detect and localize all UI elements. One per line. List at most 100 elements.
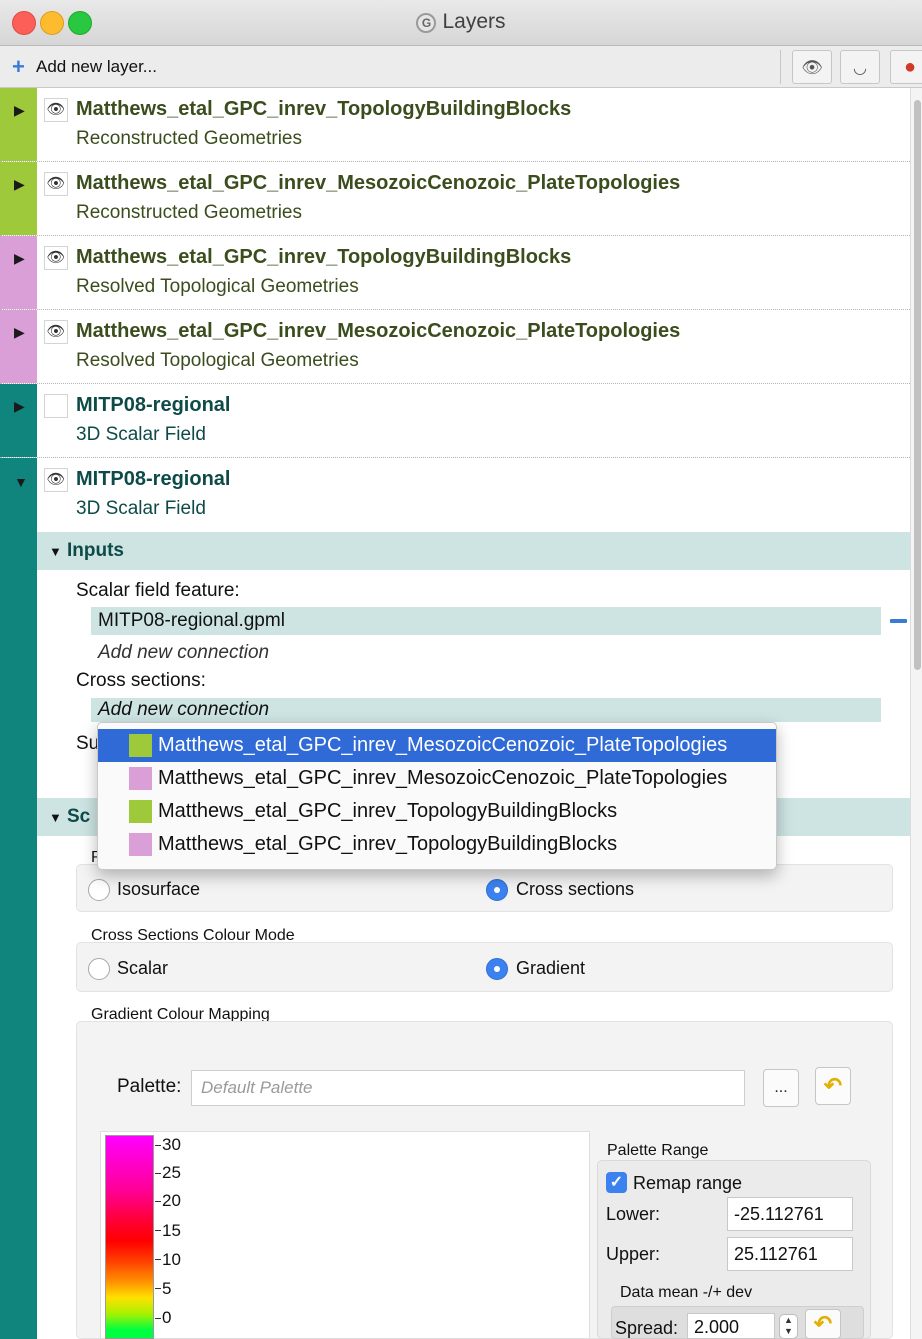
palette-label: Palette: <box>117 1076 182 1097</box>
layer-color-strip <box>0 310 37 383</box>
add-connection-link-selected[interactable]: Add new connection <box>91 698 881 722</box>
visibility-toggle[interactable] <box>44 394 68 418</box>
scalar-field-connection[interactable]: MITP08-regional.gpml <box>91 607 881 635</box>
layer-name: Matthews_etal_GPC_inrev_TopologyBuilding… <box>76 246 572 268</box>
expand-arrow-icon[interactable]: ▶ <box>14 177 25 191</box>
layer-row[interactable]: ▶ 👁 Matthews_etal_GPC_inrev_TopologyBuil… <box>0 236 910 310</box>
popup-item-label: Matthews_etal_GPC_inrev_TopologyBuilding… <box>158 800 618 822</box>
add-new-layer-label: Add new layer... <box>36 57 157 76</box>
spread-value-input[interactable]: 2.000 <box>687 1313 775 1339</box>
layer-row[interactable]: ▶ MITP08-regional 3D Scalar Field <box>0 384 910 458</box>
palette-colorbar <box>105 1135 154 1339</box>
layer-color-strip <box>0 162 37 235</box>
toolbar-divider <box>780 50 781 84</box>
reset-spread-button[interactable]: ↶ <box>805 1309 841 1339</box>
layer-name: Matthews_etal_GPC_inrev_TopologyBuilding… <box>76 98 572 120</box>
layer-row[interactable]: ▶ 👁 Matthews_etal_GPC_inrev_TopologyBuil… <box>0 88 910 162</box>
layer-color-swatch <box>129 800 152 823</box>
layer-selection-popup: Matthews_etal_GPC_inrev_MesozoicCenozoic… <box>97 722 777 870</box>
colorbar-tick <box>155 1145 161 1146</box>
eye-icon: 👁 <box>46 175 66 192</box>
visibility-toggle[interactable]: 👁 <box>44 320 68 344</box>
layer-type: 3D Scalar Field <box>76 424 206 445</box>
scalar-colour-radio[interactable] <box>88 958 110 980</box>
expand-arrow-icon[interactable]: ▶ <box>14 103 25 117</box>
visibility-toggle[interactable]: 👁 <box>44 98 68 122</box>
gradient-colour-radio[interactable] <box>486 958 508 980</box>
layer-type: Reconstructed Geometries <box>76 128 302 149</box>
layer-row[interactable]: ▶ 👁 Matthews_etal_GPC_inrev_MesozoicCeno… <box>0 310 910 384</box>
isosurface-label: Isosurface <box>117 879 201 899</box>
scrollbar-thumb[interactable] <box>914 100 921 670</box>
lower-value-input[interactable]: -25.112761 <box>727 1197 853 1231</box>
eye-icon: 👁 <box>46 471 66 488</box>
show-all-layers-button[interactable]: 👁 <box>792 50 832 84</box>
spread-label: Spread: <box>615 1318 679 1338</box>
palette-range-title: Palette Range <box>607 1142 709 1159</box>
remove-connection-button[interactable] <box>890 619 907 623</box>
remap-range-checkbox[interactable]: ✓ <box>606 1172 627 1193</box>
hide-all-layers-button[interactable]: ◡ <box>840 50 880 84</box>
collapse-arrow-icon[interactable]: ▼ <box>14 475 28 489</box>
colorbar-tick-label: 25 <box>162 1163 181 1182</box>
spread-stepper[interactable]: ▲ ▼ <box>779 1314 798 1339</box>
upper-value-input[interactable]: 25.112761 <box>727 1237 853 1271</box>
layer-name: MITP08-regional <box>76 468 231 490</box>
cross-sections-label: Cross sections: <box>76 670 206 691</box>
layer-color-strip <box>0 458 37 532</box>
remap-range-label: Remap range <box>633 1173 743 1193</box>
layer-color-swatch <box>129 767 152 790</box>
cross-sections-radio[interactable] <box>486 879 508 901</box>
undo-icon: ↶ <box>823 1073 843 1098</box>
layer-color-strip <box>0 236 37 309</box>
colorbar-tick <box>155 1230 161 1231</box>
visibility-toggle[interactable]: 👁 <box>44 172 68 196</box>
data-mean-dev-title: Data mean -/+ dev <box>620 1284 753 1301</box>
visibility-toggle[interactable]: 👁 <box>44 246 68 270</box>
eye-closed-icon: ◡ <box>853 60 867 77</box>
expand-arrow-icon[interactable]: ▶ <box>14 325 25 339</box>
eye-icon: 👁 <box>46 249 66 266</box>
popup-item-label: Matthews_etal_GPC_inrev_MesozoicCenozoic… <box>158 767 728 789</box>
popup-item[interactable]: Matthews_etal_GPC_inrev_TopologyBuilding… <box>98 828 776 861</box>
colorbar-tick-label: 15 <box>162 1221 181 1240</box>
expand-arrow-icon[interactable]: ▶ <box>14 251 25 265</box>
popup-item[interactable]: Matthews_etal_GPC_inrev_MesozoicCenozoic… <box>98 729 776 762</box>
layer-type: Resolved Topological Geometries <box>76 276 359 297</box>
popup-item[interactable]: Matthews_etal_GPC_inrev_TopologyBuilding… <box>98 795 776 828</box>
add-new-layer-button[interactable]: + Add new layer... <box>12 54 157 80</box>
plus-icon: + <box>12 54 25 79</box>
isosurface-radio[interactable] <box>88 879 110 901</box>
layer-row-expanded[interactable]: ▼ 👁 MITP08-regional 3D Scalar Field <box>0 458 910 532</box>
color-balls-icon: ● <box>903 56 917 78</box>
colorbar-tick <box>155 1201 161 1202</box>
gradient-colour-label: Gradient <box>516 958 586 978</box>
colorbar-tick-label: 10 <box>162 1250 181 1269</box>
browse-palette-button[interactable]: ... <box>763 1069 799 1107</box>
layers-window: G Layers + Add new layer... 👁 ◡ ● ▶ 👁 Matt… <box>0 0 922 1339</box>
palette-input[interactable]: Default Palette <box>191 1070 745 1106</box>
layer-color-strip <box>0 532 37 1339</box>
inputs-section-header[interactable]: ▼ Inputs <box>37 532 910 570</box>
visibility-toggle[interactable]: 👁 <box>44 468 68 492</box>
popup-item-label: Matthews_etal_GPC_inrev_TopologyBuilding… <box>158 833 618 855</box>
window-title-text: Layers <box>442 10 506 33</box>
expand-arrow-icon[interactable]: ▶ <box>14 399 25 413</box>
layer-name: MITP08-regional <box>76 394 231 416</box>
vertical-scrollbar[interactable] <box>910 88 922 1339</box>
collapse-arrow-icon: ▼ <box>49 544 62 559</box>
colour-mode-group <box>76 942 893 992</box>
popup-item[interactable]: Matthews_etal_GPC_inrev_MesozoicCenozoic… <box>98 762 776 795</box>
layer-color-strip <box>0 88 37 161</box>
reset-palette-button[interactable]: ↶ <box>815 1067 851 1105</box>
eye-icon: 👁 <box>46 101 66 118</box>
layer-colors-button[interactable]: ● <box>890 50 922 84</box>
layer-row[interactable]: ▶ 👁 Matthews_etal_GPC_inrev_MesozoicCeno… <box>0 162 910 236</box>
colorbar-tick <box>155 1318 161 1319</box>
upper-label: Upper: <box>606 1244 661 1264</box>
layer-color-swatch <box>129 734 152 757</box>
colorbar-tick-label: 0 <box>162 1308 172 1327</box>
add-connection-link[interactable]: Add new connection <box>98 642 269 664</box>
popup-item-label: Matthews_etal_GPC_inrev_MesozoicCenozoic… <box>158 734 728 756</box>
colorbar-tick <box>155 1288 161 1289</box>
